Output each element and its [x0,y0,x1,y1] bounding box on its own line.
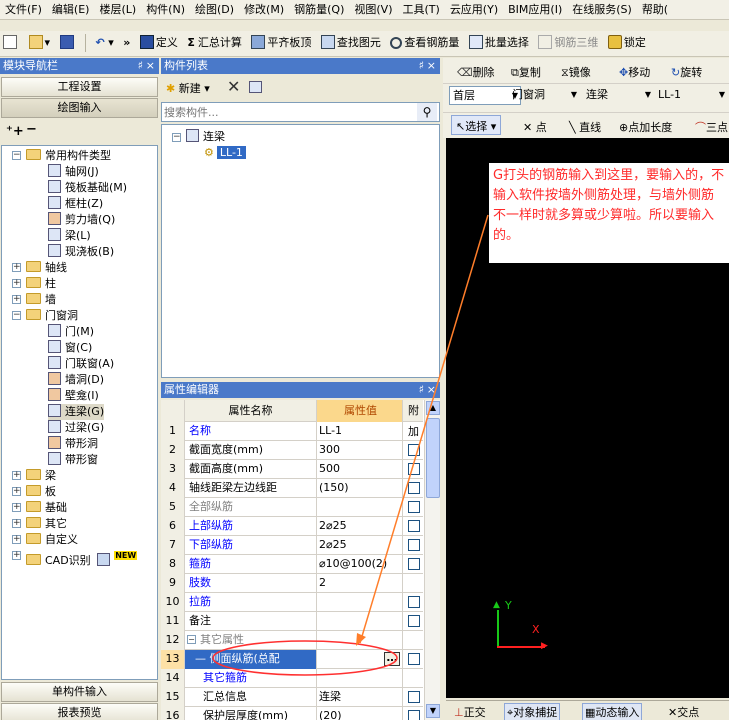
highlight-ellipse [212,640,398,676]
annotation-arrow-line [359,214,489,644]
annotation-overlay [212,214,489,676]
app-window: { "menu":["文件(F)","编辑(E)","楼层(L)","构件(N)… [0,0,729,720]
